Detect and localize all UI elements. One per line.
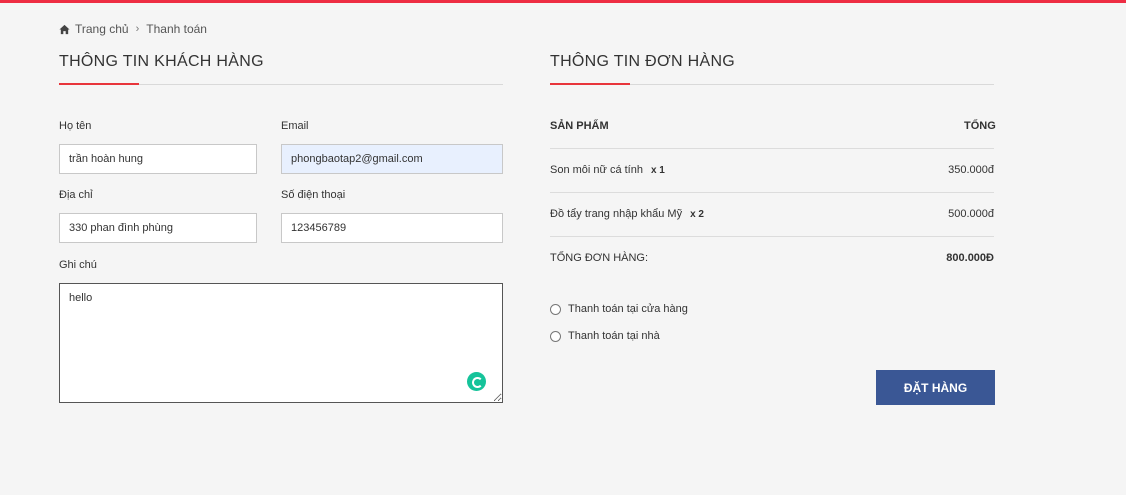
breadcrumb-home-link[interactable]: Trang chủ <box>75 22 129 36</box>
top-accent-bar <box>0 0 1126 3</box>
breadcrumb-current: Thanh toán <box>146 22 207 36</box>
radio-button[interactable] <box>550 303 561 315</box>
phone-label: Số điện thoại <box>281 189 346 201</box>
order-item-qty: x 1 <box>650 165 665 176</box>
address-label: Địa chỉ <box>59 189 93 201</box>
home-icon <box>59 24 70 34</box>
order-item-name: Son môi nữ cá tính x 1 <box>550 164 665 176</box>
order-item-price: 500.000đ <box>948 208 994 220</box>
order-title-accent <box>550 83 630 85</box>
payment-option-label: Thanh toán tại nhà <box>568 330 660 342</box>
order-total-value: 800.000Đ <box>946 252 994 264</box>
name-input[interactable] <box>59 144 257 174</box>
order-item-price: 350.000đ <box>948 164 994 176</box>
order-divider <box>550 192 994 193</box>
order-total-label: Tổng đơn hàng: <box>550 252 649 264</box>
grammarly-icon[interactable] <box>467 372 486 391</box>
total-column-header: TỔNG <box>964 120 996 132</box>
customer-title-divider <box>59 83 503 85</box>
payment-option-store[interactable]: Thanh toán tại cửa hàng <box>550 303 688 315</box>
order-section-title: THÔNG TIN ĐƠN HÀNG <box>550 53 736 70</box>
radio-button[interactable] <box>550 330 561 342</box>
customer-title-accent <box>59 83 139 85</box>
note-label: Ghi chú <box>59 259 97 271</box>
customer-section-title: THÔNG TIN KHÁCH HÀNG <box>59 53 264 70</box>
place-order-button[interactable]: Đặt hàng <box>876 370 995 405</box>
order-item-qty: x 2 <box>690 209 704 220</box>
email-label: Email <box>281 120 309 132</box>
chevron-right-icon: › <box>135 23 140 35</box>
phone-input[interactable] <box>281 213 503 243</box>
name-label: Họ tên <box>59 120 92 132</box>
breadcrumb: Trang chủ › Thanh toán <box>59 22 207 36</box>
payment-option-label: Thanh toán tại cửa hàng <box>568 303 688 315</box>
product-column-header: SẢN PHẨM <box>550 120 609 132</box>
payment-option-home[interactable]: Thanh toán tại nhà <box>550 330 660 342</box>
order-divider <box>550 236 994 237</box>
address-input[interactable] <box>59 213 257 243</box>
order-title-divider <box>550 83 994 85</box>
order-divider <box>550 148 994 149</box>
note-textarea[interactable]: hello <box>59 283 503 403</box>
order-item-name: Đồ tẩy trang nhập khẩu Mỹ x 2 <box>550 208 704 220</box>
email-input[interactable] <box>281 144 503 174</box>
